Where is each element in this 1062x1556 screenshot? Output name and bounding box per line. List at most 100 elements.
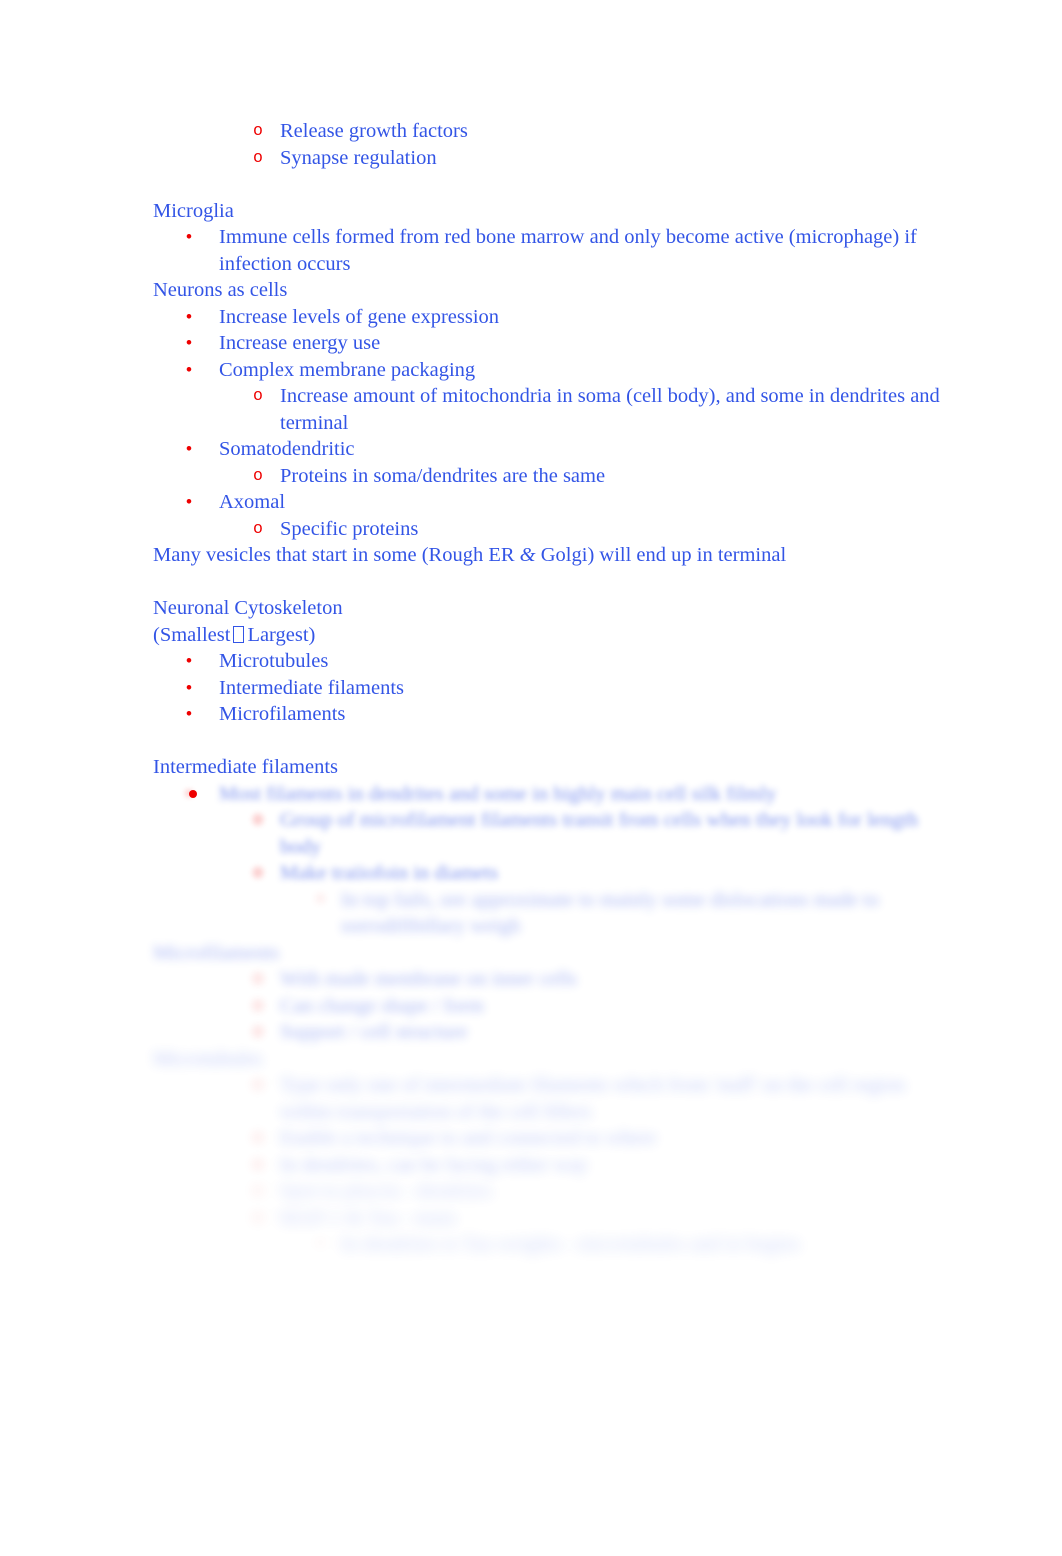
redacted-list-item: ▪ In dendrites is Tau weights - microtub… [153, 1231, 953, 1258]
bullet-marker-icon: • [186, 439, 192, 458]
redacted-heading: Microtubules [153, 1047, 263, 1070]
blurred-region: • Most filaments in dendrites and some i… [153, 781, 953, 1258]
list-item: • Somatodendritic [153, 436, 953, 463]
circle-marker-icon: o [253, 121, 263, 140]
redacted-text: With made membrane on inner cells [280, 968, 577, 990]
bullet-marker-icon: • [186, 333, 192, 352]
list-item-label: Increase levels of gene expression [219, 305, 500, 328]
redacted-text: Enable a technique to and connected to w… [280, 1127, 657, 1149]
list-item-label: Microfilaments [219, 703, 346, 725]
redacted-text: MAP-1 & Tau - main [280, 1206, 456, 1229]
redacted-text: In dendrites is Tau weights - microtubul… [341, 1233, 800, 1255]
redacted-text: Make traiiofoin in diamets [280, 862, 499, 884]
redacted-list-item: o Make traiiofoin in diamets [153, 860, 953, 887]
list-item: o Increase amount of mitochondria in som… [153, 383, 953, 436]
paragraph-text-part1: Many vesicles that start in some (Rough … [153, 544, 520, 566]
list-item: • Microfilaments [153, 701, 953, 728]
circle-marker-icon: o [253, 1075, 263, 1094]
paragraph-text-part2: Golgi) will end up in terminal [535, 544, 787, 566]
paragraph-many-vesicles: Many vesicles that start in some (Rough … [153, 542, 953, 569]
circle-marker-icon: o [253, 995, 263, 1015]
redacted-text: Can change shape / form [280, 994, 484, 1017]
bullet-marker-icon: • [186, 492, 192, 511]
list-item: • Increase levels of gene expression [153, 304, 953, 331]
bullet-marker-icon: • [186, 677, 192, 697]
list-item-label: Increase energy use [219, 332, 381, 354]
redacted-list-item: • Most filaments in dendrites and some i… [153, 781, 953, 808]
circle-marker-icon: o [253, 969, 263, 988]
list-item-label: Microtubules [219, 650, 329, 672]
list-item-label: Axomal [219, 491, 286, 513]
list-item: • Complex membrane packaging [153, 357, 953, 384]
list-item: • Microtubules [153, 648, 953, 675]
redacted-list-item: o In dendrites, can be facing either way [153, 1152, 953, 1179]
circle-marker-icon: o [253, 863, 263, 882]
ampersand-glyph: & [519, 544, 536, 566]
circle-marker-icon: o [253, 1181, 263, 1200]
circle-marker-icon: o [253, 1207, 263, 1227]
redacted-list-item: o Group of microfilament filaments trans… [153, 807, 953, 860]
bullet-marker-icon: • [186, 704, 192, 723]
bullet-marker-icon: • [186, 359, 192, 379]
circle-marker-icon: o [253, 465, 263, 485]
circle-marker-icon: o [253, 1128, 263, 1147]
size-order-end: Largest) [247, 623, 316, 646]
redacted-text: Group of microfilament filaments transit… [280, 809, 919, 858]
section-heading-neuronal-cytoskeleton: Neuronal Cytoskeleton [153, 597, 343, 619]
redacted-list-item: o Type only one of intermediate filament… [153, 1072, 953, 1125]
redacted-heading: Microfilaments [153, 941, 280, 964]
list-item: • Increase energy use [153, 330, 953, 357]
section-heading-intermediate-filaments: Intermediate filaments [153, 756, 338, 778]
document-content: o Release growth factors o Synapse regul… [153, 118, 953, 1258]
cytoskeleton-size-order: (Smallest Largest) [153, 622, 953, 649]
redacted-text: Support / cell structure [280, 1021, 468, 1043]
circle-marker-icon: o [253, 1154, 263, 1174]
redacted-list-item: o Can change shape / form [153, 993, 953, 1020]
bullet-marker-icon: • [186, 306, 192, 326]
redacted-text: Most filaments in dendrites and some in … [219, 782, 777, 805]
size-order-start: (Smallest [153, 623, 231, 646]
list-item: o Specific proteins [153, 516, 953, 543]
list-item-label: Proteins in soma/dendrites are the same [280, 464, 606, 487]
circle-marker-icon: o [253, 810, 263, 829]
redacted-text: Spot to plus/in - dendrites [280, 1180, 492, 1202]
square-marker-icon: ▪ [316, 1235, 326, 1252]
redacted-list-item: o Spot to plus/in - dendrites [153, 1178, 953, 1205]
section-heading-neurons-as-cells: Neurons as cells [153, 279, 288, 301]
list-item-label: Increase amount of mitochondria in soma … [280, 385, 940, 434]
list-item: • Immune cells formed from red bone marr… [153, 224, 953, 277]
redacted-list-item: o With made membrane on inner cells [153, 966, 953, 993]
redacted-text: In top fails, ore approximate to mainly … [341, 888, 880, 938]
list-item-label: Intermediate filaments [219, 676, 404, 699]
circle-marker-icon: o [253, 147, 263, 167]
list-item-label: Release growth factors [280, 120, 468, 142]
missing-glyph-box-icon [233, 625, 245, 643]
list-item-label: Complex membrane packaging [219, 358, 476, 381]
document-page: o Release growth factors o Synapse regul… [0, 0, 1062, 1556]
list-item: • Axomal [153, 489, 953, 516]
bullet-marker-icon: • [186, 227, 192, 246]
redacted-list-item: ▪ In top fails, ore approximate to mainl… [153, 887, 953, 940]
list-item: o Release growth factors [153, 118, 953, 145]
circle-marker-icon: o [253, 1022, 263, 1041]
bullet-marker-icon: • [186, 783, 192, 803]
section-heading-microglia: Microglia [153, 199, 234, 222]
redacted-text: In dendrites, can be facing either way [280, 1153, 588, 1176]
redacted-text: Type only one of intermediate filaments … [280, 1074, 905, 1123]
list-item-label: Immune cells formed from red bone marrow… [219, 226, 917, 275]
square-marker-icon: ▪ [316, 890, 326, 908]
list-item: • Intermediate filaments [153, 675, 953, 702]
list-item-label: Synapse regulation [280, 146, 437, 169]
bullet-marker-icon: • [186, 651, 192, 670]
redacted-list-item: o Enable a technique to and connected to… [153, 1125, 953, 1152]
circle-marker-icon: o [253, 518, 263, 538]
list-item-label: Somatodendritic [219, 438, 355, 460]
list-item: o Synapse regulation [153, 145, 953, 172]
list-item-label: Specific proteins [280, 517, 419, 540]
list-item: o Proteins in soma/dendrites are the sam… [153, 463, 953, 490]
redacted-list-item: o Support / cell structure [153, 1019, 953, 1046]
circle-marker-icon: o [253, 386, 263, 405]
